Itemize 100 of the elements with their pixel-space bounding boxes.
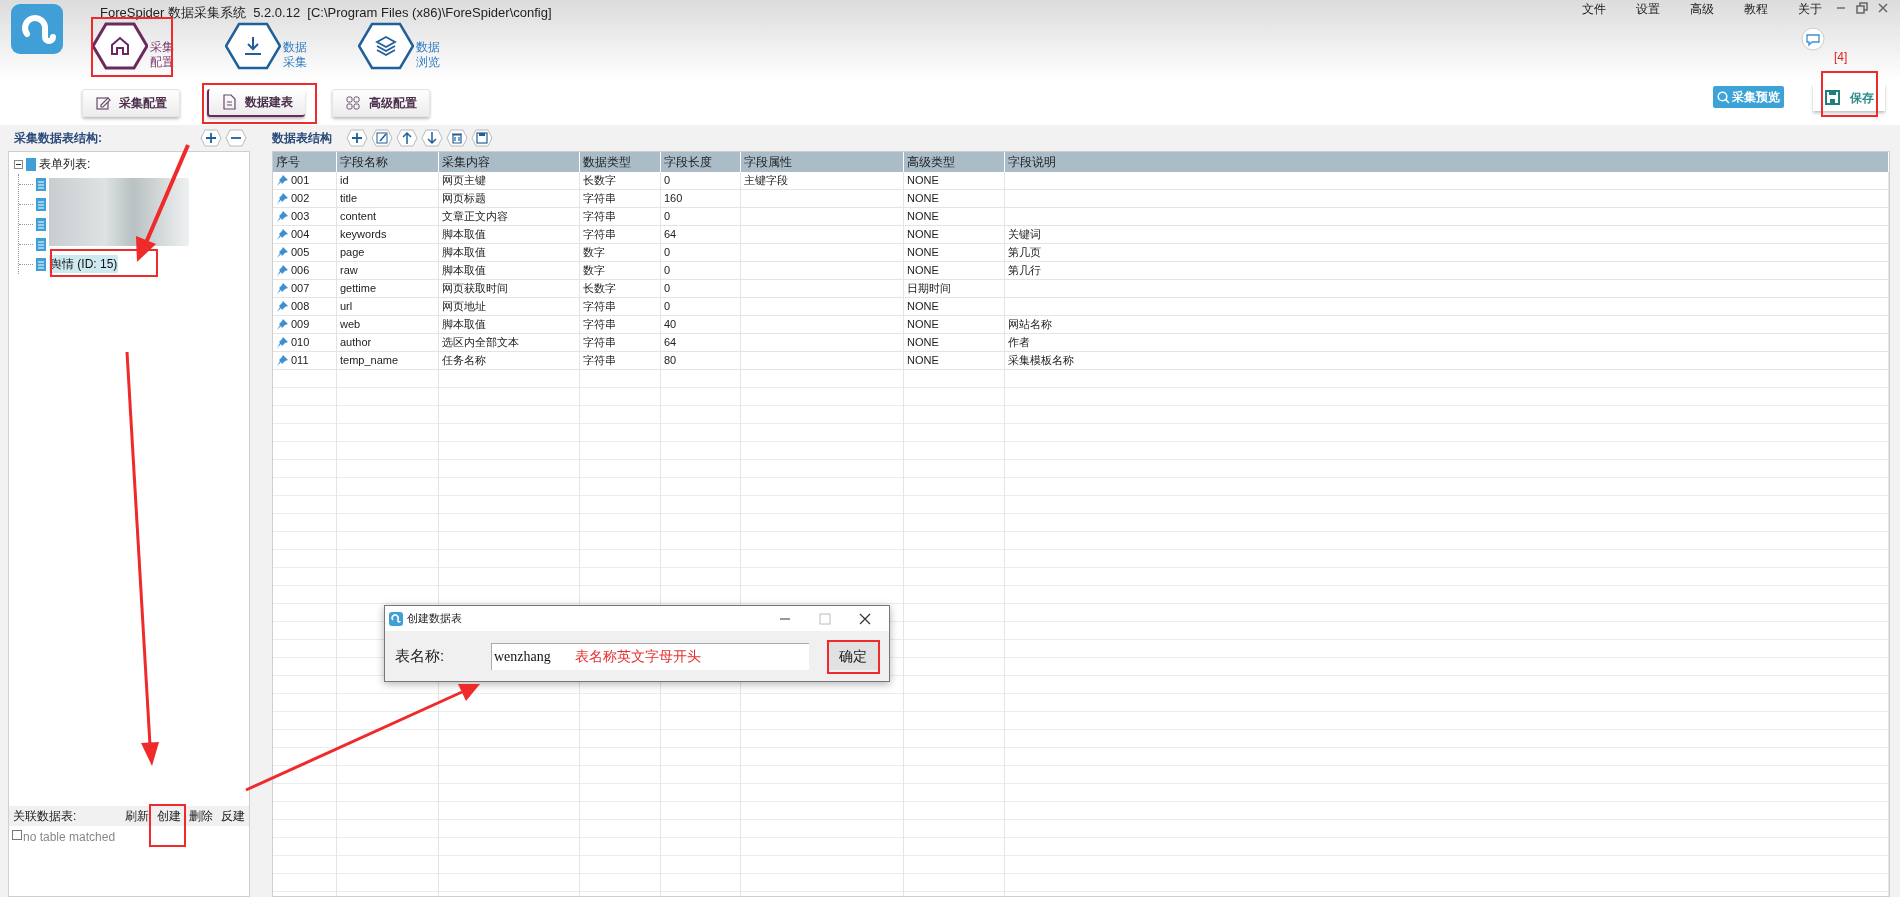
subtab[interactable]: 高级配置 [332,88,430,117]
ok-button[interactable]: 确定 [827,642,879,670]
menu-item[interactable]: 关于 [1798,0,1822,18]
table-cell-text: 64 [664,335,677,351]
table-cell-text: 80 [664,353,677,369]
plus-button[interactable] [200,129,222,147]
subtab[interactable]: 采集配置 [82,88,180,117]
table-cell-text: id [340,173,349,189]
table-cell-text: 0 [664,263,671,279]
pin-icon [276,228,289,241]
highlight-frame [827,640,880,674]
input-field[interactable]: wenzhang 表名称英文字母开头 [491,642,809,670]
save-button[interactable]: 保存 [1813,84,1885,111]
chat-icon [1801,27,1825,51]
table-cell-text: 文章正文内容 [442,209,508,225]
empty-message: no table matched [23,829,116,846]
action-link[interactable]: 刷新 [125,807,149,825]
menu-item[interactable]: 高级 [1690,0,1714,18]
table-cell-text: 第几行 [1008,263,1041,279]
table-cell-text: 001 [291,173,310,189]
table-cell-text: 002 [291,191,310,207]
panel-title: 采集数据表结构: [14,130,102,147]
action-link[interactable]: 创建 [157,807,181,825]
checkbox[interactable] [12,830,22,840]
table-cell-text: NONE [907,335,939,351]
table-cell-text: 0 [664,245,671,261]
nav-button[interactable]: 数据采集 [225,22,309,70]
table-cell-text: gettime [340,281,377,297]
document-icon [36,257,46,271]
table-cell-text: NONE [907,263,939,279]
save-icon [1825,90,1840,105]
document-icon [36,197,46,211]
pin-icon [276,264,289,277]
table-cell-text: 40 [664,317,677,333]
table-cell-text: content [340,209,377,225]
table-cell-text: 字符串 [583,353,616,369]
highlight-frame [1821,71,1878,117]
table-cell-text: NONE [907,299,939,315]
table-cell-text: 采集模板名称 [1008,353,1074,369]
table-cell-text: 数字 [583,245,605,261]
table-cell-text: raw [340,263,358,279]
minus-button[interactable] [225,129,247,147]
edit-icon [371,129,393,147]
arrow-down-icon [421,129,443,147]
table-cell-text: 网页标题 [442,191,486,207]
table-cell-text: NONE [907,173,939,189]
table-cell-text: NONE [907,317,939,333]
table-cell-text: 第几页 [1008,245,1041,261]
pin-icon [276,354,289,367]
tree-root-label: 表单列表: [39,156,91,173]
related-label: 关联数据表: [13,808,77,825]
table-cell-text: 长数字 [583,281,616,297]
edit-button[interactable] [371,129,393,147]
dialog-title: 创建数据表 [407,611,462,627]
table-cell-text: 0 [664,209,671,225]
trash-icon [446,129,468,147]
menu-item[interactable]: 文件 [1582,0,1606,18]
table-cell-text: NONE [907,191,939,207]
document-icon [36,177,46,191]
app-logo-icon [11,4,63,54]
edit-icon [95,94,111,111]
trash-button[interactable] [446,129,468,147]
table-cell-text: author [340,335,372,351]
table-cell-text: 009 [291,317,310,333]
table-cell-text: page [340,245,365,261]
table-cell-text: 008 [291,299,310,315]
expander-icon[interactable] [14,159,23,169]
table-cell-text: 003 [291,209,310,225]
table-cell-text: NONE [907,353,939,369]
table-cell-text: 网页主键 [442,173,486,189]
table-cell-text: 007 [291,281,310,297]
table-cell-text: 006 [291,263,310,279]
plus-icon [346,129,368,147]
input-value: wenzhang [494,648,551,666]
action-link[interactable]: 反建 [221,807,245,825]
arrow-up-button[interactable] [396,129,418,147]
table-cell-text: 作者 [1008,335,1030,351]
action-link[interactable]: 删除 [189,807,213,825]
nav-button[interactable]: 数据浏览 [358,22,442,70]
pin-icon [276,300,289,313]
table-cell-text: NONE [907,245,939,261]
arrow-up-icon [396,129,418,147]
table-cell-text: 0 [664,173,671,189]
restore-icon [1856,2,1868,14]
table-cell-text: 字符串 [583,317,616,333]
table-cell-text: 长数字 [583,173,616,189]
plus-icon [200,129,222,147]
table-cell-text: 010 [291,335,310,351]
menu-item[interactable]: 教程 [1744,0,1768,18]
pin-icon [276,336,289,349]
document-icon [26,157,36,171]
save-button[interactable] [471,129,493,147]
subtab[interactable]: 数据建表 [207,88,305,117]
tree-item[interactable]: 舆情 (ID: 15) [49,255,119,273]
table-cell-text: 关键词 [1008,227,1041,243]
table-cell-text: 字符串 [583,299,616,315]
arrow-down-button[interactable] [421,129,443,147]
menu-item[interactable]: 设置 [1636,0,1660,18]
plus-button[interactable] [346,129,368,147]
pin-icon [276,192,289,205]
